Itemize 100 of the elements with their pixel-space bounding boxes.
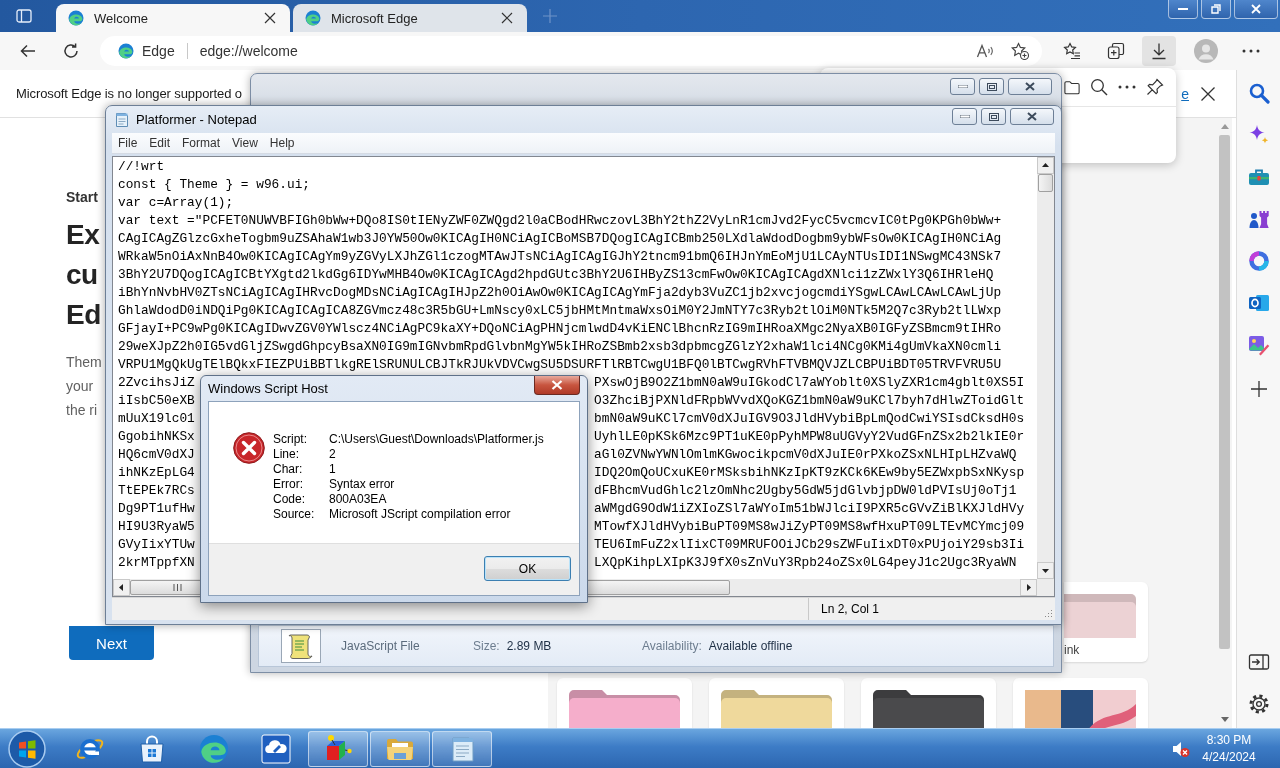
favorites-icon[interactable]: [1063, 42, 1081, 60]
code-line: IDQ2OmQoUCxuKE0rMSksbihNKzIpKT9zKCk6KEw9by5EZWxpbSxNKysp: [594, 464, 1025, 482]
minimize-icon: [1178, 8, 1188, 10]
code-line: TtEPEk7RCs: [118, 482, 195, 500]
clock-date[interactable]: 4/24/2024: [1202, 748, 1256, 766]
speaker-muted-icon[interactable]: [1172, 739, 1190, 758]
clock-time[interactable]: 8:30 PM: [1206, 731, 1252, 749]
close-icon[interactable]: [501, 12, 513, 24]
theme-card[interactable]: ink: [1064, 582, 1148, 662]
field-label: Error:: [273, 477, 303, 492]
code-line: UyhlLE0pKSk6Mzc9PT1uKE0pPyhMPW8uUGVyY2VudGFnZSx2b2lkIE0r: [594, 428, 1025, 446]
field-label: Source:: [273, 507, 315, 522]
menu-item[interactable]: File: [112, 136, 144, 150]
close-icon: [1025, 82, 1035, 91]
code-line: O3ZhciBjPXNldFRpbWVvdXQoKGZ1bmN0aW9uKCl7byh7dHlwZToidGlt: [594, 392, 1025, 410]
caret-down-icon[interactable]: [1037, 562, 1054, 579]
next-button[interactable]: Next: [69, 626, 154, 660]
browser-tab[interactable]: Welcome: [56, 4, 290, 32]
field-value: Available offline: [708, 639, 793, 653]
field-label: Availability:: [642, 639, 702, 653]
error-icon: [233, 432, 265, 464]
code-line: var c=Array(1);: [118, 195, 234, 210]
menu-item[interactable]: Format: [176, 136, 227, 150]
close-icon[interactable]: [1200, 85, 1216, 102]
field-value: 800A03EA: [329, 492, 387, 507]
caret-right-icon[interactable]: [1020, 579, 1037, 596]
folder-icon[interactable]: [1064, 79, 1080, 95]
ok-button[interactable]: OK: [484, 556, 571, 581]
caret-up-icon[interactable]: [1037, 157, 1054, 174]
scrollbar-thumb[interactable]: [1038, 174, 1053, 192]
more-icon[interactable]: [1118, 85, 1136, 89]
pin-icon[interactable]: [1146, 78, 1164, 96]
field-label: Script:: [273, 432, 307, 447]
scrollbar-thumb[interactable]: [1219, 135, 1230, 649]
grip-icon: [173, 584, 182, 591]
field-value: 2: [329, 447, 336, 462]
code-line: 2krMTppfXN: [118, 554, 195, 572]
maximize-button[interactable]: [981, 108, 1006, 125]
code-line: GVyIixYTUw: [118, 536, 195, 554]
taskbar-button[interactable]: [432, 730, 492, 767]
minimize-button[interactable]: [950, 78, 975, 95]
chess-pieces-icon[interactable]: [1247, 208, 1270, 230]
field-value: 2.89 MB: [506, 639, 552, 653]
maximize-button[interactable]: [979, 78, 1004, 95]
address-field[interactable]: Edge edge://welcome: [100, 36, 1042, 66]
menu-item[interactable]: Edit: [143, 136, 177, 150]
resize-grip-icon[interactable]: [1043, 608, 1053, 618]
close-icon[interactable]: [264, 12, 276, 24]
image-brush-icon[interactable]: [1247, 334, 1270, 356]
code-line: var text ="PCFET0NUWVBFIGh0bWw+DQo8IS0tIENyZWF0ZWQgd2l0aCBodHRwczovL3BhY2thZ2VyLnR1cmJvd2FycC5vcmcvIC0tPg0KPGh0bWw+: [118, 213, 1002, 228]
start-orb-icon[interactable]: [8, 729, 46, 768]
collections-icon[interactable]: [1107, 42, 1125, 60]
plus-icon[interactable]: [1249, 380, 1268, 398]
field-value: Microsoft JScript compilation error: [329, 507, 511, 522]
menu-item[interactable]: Help: [263, 136, 301, 150]
shopping-bag-icon: [137, 733, 167, 764]
taskbar-button[interactable]: [308, 730, 368, 767]
more-icon[interactable]: [1242, 49, 1260, 53]
swirl-logo-icon: [199, 733, 229, 764]
search-icon[interactable]: [1090, 78, 1108, 96]
code-line: CAgICAgZGlzcGxheTogbm9uZSAhaW1wb3J0YW50Ow0KICAgIH0NCiAgICBoMSB7DQogICAgICBmb250LXdlaWdodDogbm9ybWFsOw0KICAgIH0NCiAg: [118, 231, 1002, 246]
notification-link[interactable]: e: [1181, 85, 1189, 102]
swirl-logo-icon: [68, 10, 84, 26]
refresh-icon[interactable]: [62, 42, 80, 60]
eyebrow-text: Start: [66, 189, 98, 205]
minimize-button[interactable]: [952, 108, 977, 125]
script-file-icon: [281, 629, 321, 663]
close-button[interactable]: [534, 376, 580, 395]
ring-logo-icon[interactable]: [1247, 250, 1270, 272]
star-plus-icon[interactable]: [1011, 42, 1029, 60]
code-line: const { Theme } = w96.ui;: [118, 177, 310, 192]
swirl-logo-icon: [118, 43, 134, 59]
back-arrow-icon[interactable]: [19, 42, 37, 60]
code-line: //!wrt: [118, 159, 165, 174]
read-aloud-icon[interactable]: [976, 42, 994, 60]
search-icon[interactable]: [1247, 82, 1270, 104]
close-button[interactable]: [1008, 78, 1052, 95]
cursor-position: Ln 2, Col 1: [808, 598, 1043, 620]
taskbar-button[interactable]: [370, 730, 430, 767]
code-line: 3BhY2U7DQogICAgICBtYXgtd2lkdGg6IDYwMHB4Ow0KICAgICAgd2hpdGUtc3BhY2U6IHByZS13cmFwOw0KICAgICAgdXNlci1zZWxlY3Q6IHRleHQ: [118, 267, 994, 282]
maximize-icon: [986, 82, 997, 91]
code-line: 29weXJpZ2h0IG5vdGljZSwgdGhpcyBsaXN0IG9mIGNvbmRpdGlvbnMgYW5kIHRoZSBmb2xsb3dpbmcgZGlzY2xhaW1lci4NCg0KMi4gUmVkaXN0cmli: [118, 339, 1002, 354]
browser-tab[interactable]: Microsoft Edge: [293, 4, 527, 32]
field-value: 1: [329, 462, 336, 477]
caret-left-icon[interactable]: [113, 579, 130, 596]
mail-app-icon[interactable]: [1247, 292, 1270, 314]
notepad-icon: [114, 111, 130, 128]
menu-item[interactable]: View: [226, 136, 264, 150]
tab-actions-icon[interactable]: [16, 8, 32, 24]
restore-button[interactable]: [1201, 0, 1231, 19]
code-line: 2ZvcihsJiZ: [118, 374, 195, 392]
gear-icon[interactable]: [1247, 693, 1270, 715]
code-line: MTowfXJldHVybiBuPT09MS8wJiZyPT09MS8wfHxuPT09LTEvMCYmcj09: [594, 518, 1025, 536]
code-line: aGl0ZVNwYWNlOmlmKGwocikpcmV0dXJuIE0rPXkoZSxNLHIpLHZvaWQ: [594, 446, 1017, 464]
code-line: iIsbC50eXB: [118, 392, 195, 410]
close-icon: [551, 380, 563, 390]
close-button[interactable]: [1010, 108, 1054, 125]
page-heading: cu: [66, 258, 98, 292]
downloads-button[interactable]: [1142, 36, 1176, 66]
notification-text: Microsoft Edge is no longer supported o: [16, 86, 242, 101]
